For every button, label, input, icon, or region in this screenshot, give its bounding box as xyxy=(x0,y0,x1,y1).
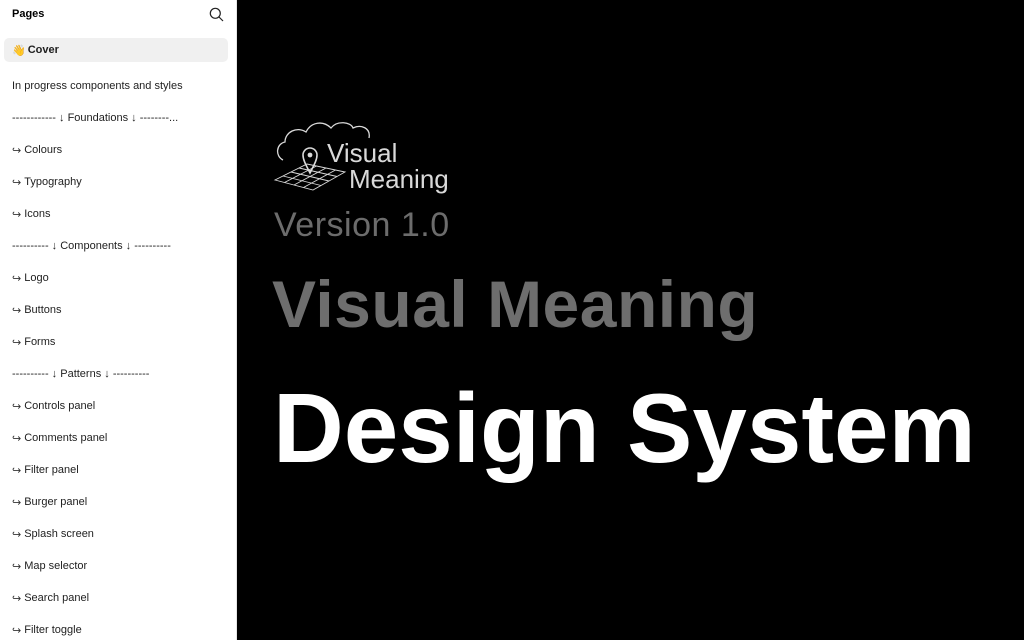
canvas[interactable]: Visual Meaning Version 1.0 Visual Meanin… xyxy=(237,0,1024,640)
page-item-map-selector[interactable]: ↪ Map selector xyxy=(4,550,228,582)
page-item-label: Controls panel xyxy=(24,400,96,412)
hook-arrow-icon: ↪ xyxy=(12,496,22,509)
page-item-label: Colours xyxy=(24,144,63,156)
hook-arrow-icon: ↪ xyxy=(12,432,22,445)
page-item-label: Filter panel xyxy=(24,464,79,476)
page-item-label: Forms xyxy=(24,336,56,348)
page-item-label: Buttons xyxy=(24,304,62,316)
page-item-in-progress-components-and-styles[interactable]: In progress components and styles xyxy=(4,70,228,102)
pages-sidebar: Pages 👋 Cover In progress components and s… xyxy=(0,0,237,640)
page-item-search-panel[interactable]: ↪ Search panel xyxy=(4,582,228,614)
page-item-filter-toggle[interactable]: ↪ Filter toggle xyxy=(4,614,228,640)
page-item-label: In progress components and styles xyxy=(12,80,183,92)
hook-arrow-icon: ↪ xyxy=(12,560,22,573)
logo-text-meaning: Meaning xyxy=(349,164,449,194)
hook-arrow-icon: ↪ xyxy=(12,400,22,413)
hook-arrow-icon: ↪ xyxy=(12,592,22,605)
page-item-splash-screen[interactable]: ↪ Splash screen xyxy=(4,518,228,550)
page-item-logo[interactable]: ↪ Logo xyxy=(4,262,228,294)
page-item-cover[interactable]: 👋 Cover xyxy=(4,38,228,62)
headline: Design System xyxy=(273,373,976,483)
visual-meaning-logo: Visual Meaning xyxy=(273,120,458,199)
page-item-comments-panel[interactable]: ↪ Comments panel xyxy=(4,422,228,454)
page-item-label: Filter toggle xyxy=(24,624,82,636)
search-icon xyxy=(209,7,223,21)
page-item-filter-panel[interactable]: ↪ Filter panel xyxy=(4,454,228,486)
page-item-components[interactable]: ---------- ↓ Components ↓ ---------- xyxy=(4,230,228,262)
page-item-foundations[interactable]: ------------ ↓ Foundations ↓ --------... xyxy=(4,102,228,134)
page-item-label: Typography xyxy=(24,176,82,188)
hook-arrow-icon: ↪ xyxy=(12,144,22,157)
hook-arrow-icon: ↪ xyxy=(12,336,22,349)
hook-arrow-icon: ↪ xyxy=(12,624,22,637)
page-item-colours[interactable]: ↪ Colours xyxy=(4,134,228,166)
hook-arrow-icon: ↪ xyxy=(12,528,22,541)
sidebar-header: Pages xyxy=(12,0,224,28)
page-item-buttons[interactable]: ↪ Buttons xyxy=(4,294,228,326)
hook-arrow-icon: ↪ xyxy=(12,208,22,221)
page-item-label: Icons xyxy=(24,208,51,220)
page-item-label: ---------- ↓ Components ↓ ---------- xyxy=(12,240,171,252)
version-label: Version 1.0 xyxy=(274,206,450,244)
hook-arrow-icon: ↪ xyxy=(12,464,22,477)
product-name: Visual Meaning xyxy=(272,267,759,341)
page-item-controls-panel[interactable]: ↪ Controls panel xyxy=(4,390,228,422)
hook-arrow-icon: ↪ xyxy=(12,304,22,317)
page-item-label: Splash screen xyxy=(24,528,94,540)
page-item-burger-panel[interactable]: ↪ Burger panel xyxy=(4,486,228,518)
page-item-patterns[interactable]: ---------- ↓ Patterns ↓ ---------- xyxy=(4,358,228,390)
page-item-label: ---------- ↓ Patterns ↓ ---------- xyxy=(12,368,150,380)
page-item-label: Burger panel xyxy=(24,496,88,508)
page-item-typography[interactable]: ↪ Typography xyxy=(4,166,228,198)
page-item-label: ------------ ↓ Foundations ↓ --------... xyxy=(12,112,179,124)
logo-graphic: Visual Meaning xyxy=(273,122,449,194)
page-item-label: Search panel xyxy=(24,592,90,604)
hook-arrow-icon: ↪ xyxy=(12,176,22,189)
page-item-label: Map selector xyxy=(24,560,88,572)
page-item-label: Logo xyxy=(24,272,49,284)
search-button[interactable] xyxy=(207,5,225,23)
hook-arrow-icon: ↪ xyxy=(12,272,22,285)
page-item-icons[interactable]: ↪ Icons xyxy=(4,198,228,230)
sidebar-title: Pages xyxy=(12,8,45,20)
page-item-label: Comments panel xyxy=(24,432,108,444)
waving-hand-icon: 👋 xyxy=(12,44,26,57)
page-item-forms[interactable]: ↪ Forms xyxy=(4,326,228,358)
page-list: 👋 Cover In progress components and styles -… xyxy=(4,38,228,640)
page-item-label: Cover xyxy=(27,44,59,56)
